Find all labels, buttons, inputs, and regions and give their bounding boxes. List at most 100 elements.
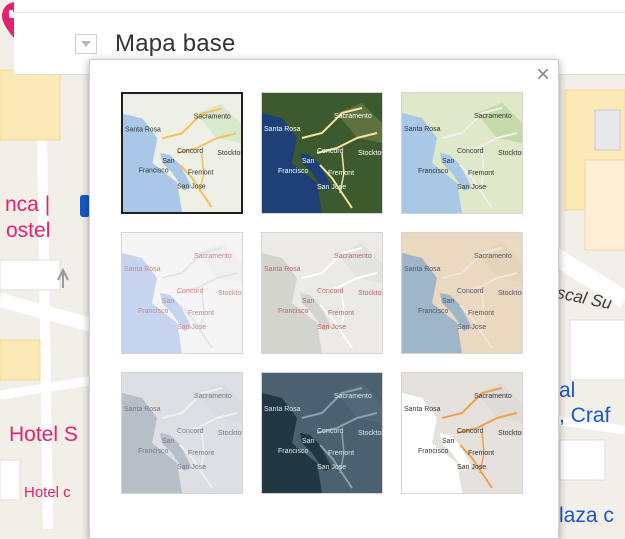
thumb-label-santa-rosa: Santa Rosa (264, 406, 301, 413)
thumb-label-santa-rosa: Santa Rosa (124, 406, 161, 413)
thumb-label-sacramento: Sacramento (194, 393, 232, 400)
poi-label[interactable]: ostel (6, 220, 50, 242)
poi-label[interactable]: Hotel S (9, 424, 78, 446)
thumb-label-fremont: Fremont (468, 310, 494, 317)
thumb-label-fremont: Fremont (468, 170, 494, 177)
thumb-label-san-francisco: San (162, 438, 175, 445)
thumb-label-stockton: Stockton (217, 150, 241, 157)
thumb-label-santa-rosa: Santa Rosa (404, 406, 441, 413)
close-icon[interactable]: × (531, 63, 555, 87)
thumb-label-san-francisco: San (162, 158, 174, 165)
basemap-thumbnail-map: Santa Rosa Sacramento Concord Stockton San Fr… (262, 373, 382, 493)
thumb-label-san-jose: San Jose (317, 464, 346, 471)
thumb-label-stockton: Stockton (498, 430, 522, 437)
thumb-label-concord: Concord (317, 148, 344, 155)
basemap-thumbnail-map: Santa Rosa Sacramento Concord Stockton San Fr… (123, 94, 241, 212)
thumb-label-stockton: Stockton (218, 290, 242, 297)
thumb-label-fremont: Fremont (328, 170, 354, 177)
thumb-label-stockton: Stockton (358, 150, 382, 157)
thumb-label-concord: Concord (177, 288, 204, 295)
basemap-thumbnail-map: Santa Rosa Sacramento Concord Stockton San Fr… (402, 373, 522, 493)
thumb-label-san-jose: San Jose (317, 184, 346, 191)
thumb-label-san-jose: San Jose (177, 324, 206, 331)
basemap-style-dark[interactable]: Santa Rosa Sacramento Concord Stockton San Fr… (261, 372, 383, 494)
basemap-style-light-gray[interactable]: Santa Rosa Sacramento Concord Stockton San Fr… (261, 232, 383, 354)
thumb-label-concord: Concord (457, 288, 484, 295)
thumb-label-stockton: Stockton (498, 150, 522, 157)
thumb-label-sacramento: Sacramento (474, 253, 512, 260)
thumb-label-fremont: Fremont (468, 450, 494, 457)
thumb-label-san-francisco: Francisco (278, 308, 308, 315)
poi-label[interactable]: nca | (5, 194, 50, 216)
basemap-thumbnail-map: Santa Rosa Sacramento Concord Stockton San Fr… (402, 93, 522, 213)
basemap-title[interactable]: Mapa base (115, 30, 236, 58)
thumb-label-sacramento: Sacramento (194, 114, 231, 121)
thumb-label-stockton: Stockton (358, 290, 382, 297)
thumb-label-san-francisco: Francisco (418, 168, 448, 175)
thumb-label-san-francisco: San (302, 438, 315, 445)
thumb-label-sacramento: Sacramento (474, 113, 512, 120)
thumb-label-stockton: Stockton (218, 430, 242, 437)
thumb-label-san-jose: San Jose (457, 184, 486, 191)
thumb-label-concord: Concord (457, 148, 484, 155)
thumb-label-concord: Concord (317, 428, 344, 435)
thumb-label-fremont: Fremont (188, 310, 214, 317)
thumb-label-stockton: Stockton (358, 430, 382, 437)
place-label[interactable]: laza c (559, 505, 614, 527)
thumb-label-san-francisco: Francisco (278, 168, 308, 175)
thumb-label-sacramento: Sacramento (194, 253, 232, 260)
place-label[interactable]: , Craf (559, 405, 610, 427)
thumb-label-san-jose: San Jose (457, 464, 486, 471)
divider (14, 12, 625, 13)
thumb-label-santa-rosa: Santa Rosa (404, 266, 441, 273)
thumb-label-san-francisco: Francisco (138, 448, 168, 455)
thumb-label-san-francisco: Francisco (139, 168, 169, 175)
basemap-style-white-orange[interactable]: Santa Rosa Sacramento Concord Stockton San Fr… (401, 372, 523, 494)
basemap-style-light-blue[interactable]: Santa Rosa Sacramento Concord Stockton San Fr… (121, 232, 243, 354)
thumb-label-santa-rosa: Santa Rosa (404, 126, 441, 133)
thumb-label-santa-rosa: Santa Rosa (124, 266, 161, 273)
basemap-thumbnail-map: Santa Rosa Sacramento Concord Stockton San Fr… (262, 93, 382, 213)
basemap-style-terrain[interactable]: Santa Rosa Sacramento Concord Stockton San Fr… (401, 92, 523, 214)
thumb-label-san-francisco: San (302, 298, 315, 305)
thumb-label-sacramento: Sacramento (334, 393, 372, 400)
basemap-style-beige[interactable]: Santa Rosa Sacramento Concord Stockton San Fr… (401, 232, 523, 354)
basemap-style-roadmap[interactable]: Santa Rosa Sacramento Concord Stockton San Fr… (121, 92, 243, 214)
place-label[interactable]: al (559, 380, 575, 402)
thumb-label-stockton: Stockton (498, 290, 522, 297)
thumb-label-concord: Concord (457, 428, 484, 435)
thumb-label-san-jose: San Jose (457, 324, 486, 331)
caret-down-icon (81, 41, 91, 47)
basemap-style-muted-gray[interactable]: Santa Rosa Sacramento Concord Stockton San Fr… (121, 372, 243, 494)
basemap-toggle-button[interactable] (75, 34, 97, 54)
thumb-label-san-francisco: San (162, 298, 175, 305)
thumb-label-san-jose: San Jose (177, 464, 206, 471)
thumb-label-concord: Concord (177, 428, 204, 435)
thumb-label-san-francisco: Francisco (278, 448, 308, 455)
thumb-label-san-francisco: San (442, 158, 455, 165)
thumb-label-concord: Concord (317, 288, 344, 295)
thumb-label-san-francisco: Francisco (138, 308, 168, 315)
basemap-thumbnail-map: Santa Rosa Sacramento Concord Stockton San Fr… (402, 233, 522, 353)
basemap-thumbnail-map: Santa Rosa Sacramento Concord Stockton San Fr… (262, 233, 382, 353)
thumb-label-san-francisco: San (442, 298, 455, 305)
thumb-label-fremont: Fremont (328, 310, 354, 317)
thumb-label-santa-rosa: Santa Rosa (264, 266, 301, 273)
thumb-label-sacramento: Sacramento (334, 113, 372, 120)
basemap-style-satellite[interactable]: Santa Rosa Sacramento Concord Stockton San Fr… (261, 92, 383, 214)
thumb-label-sacramento: Sacramento (334, 253, 372, 260)
thumb-label-concord: Concord (177, 148, 203, 155)
poi-label[interactable]: Hotel c (24, 482, 71, 504)
basemap-thumbnail-map: Santa Rosa Sacramento Concord Stockton San Fr… (122, 373, 242, 493)
thumb-label-fremont: Fremont (328, 450, 354, 457)
thumb-label-san-francisco: Francisco (418, 308, 448, 315)
thumb-label-fremont: Fremont (188, 450, 214, 457)
thumb-label-sacramento: Sacramento (474, 393, 512, 400)
thumb-label-santa-rosa: Santa Rosa (125, 126, 161, 133)
thumb-label-san-francisco: San (442, 438, 455, 445)
thumb-label-fremont: Fremont (188, 170, 214, 177)
thumb-label-santa-rosa: Santa Rosa (264, 126, 301, 133)
thumb-label-san-francisco: San (302, 158, 315, 165)
thumb-label-san-francisco: Francisco (418, 448, 448, 455)
thumb-label-san-jose: San Jose (177, 183, 206, 190)
